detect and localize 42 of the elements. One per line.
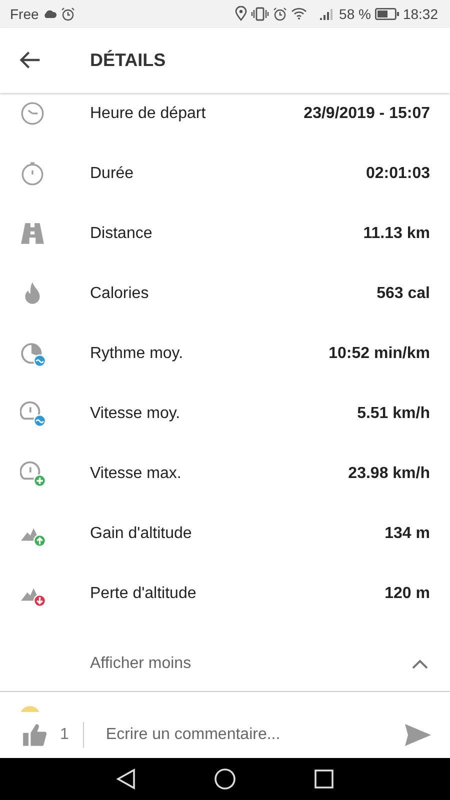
stat-value: 5.51 km/h	[357, 405, 430, 424]
stat-label: Gain d'altitude	[90, 525, 193, 544]
stat-label: Heure de départ	[90, 105, 207, 124]
thumbs-up-icon[interactable]	[22, 722, 48, 748]
stat-label: Rythme moy.	[90, 345, 184, 364]
back-nav-button[interactable]	[116, 768, 136, 790]
clock-icon	[20, 101, 46, 128]
like-count: 1	[60, 726, 69, 744]
stat-value: 23.98 km/h	[348, 465, 430, 484]
stat-label: Durée	[90, 165, 135, 184]
battery-icon	[374, 8, 399, 20]
speedometer-icon	[20, 461, 46, 488]
stat-value: 23/9/2019 - 15:07	[304, 105, 430, 124]
alarm-icon	[60, 6, 75, 21]
stat-value: 120 m	[384, 585, 430, 604]
page-title: DÉTAILS	[90, 50, 166, 71]
location-icon	[235, 6, 248, 22]
stat-label: Vitesse moy.	[90, 405, 182, 424]
stat-label: Vitesse max.	[90, 465, 182, 484]
stat-label: Calories	[90, 285, 150, 304]
stat-value: 11.13 km	[363, 225, 430, 244]
vibrate-icon	[251, 6, 270, 21]
battery-percent: 58 %	[339, 6, 371, 22]
pace-icon	[20, 341, 46, 368]
stat-value: 02:01:03	[366, 165, 430, 184]
stat-value: 10:52 min/km	[328, 345, 430, 364]
wifi-icon	[291, 7, 308, 20]
stat-label: Distance	[90, 225, 154, 244]
signal-icon	[319, 7, 336, 20]
clock-time: 18:32	[402, 6, 438, 22]
stat-value: 563 cal	[376, 285, 430, 304]
home-nav-button[interactable]	[214, 768, 236, 790]
stat-label: Perte d'altitude	[90, 585, 198, 604]
send-button[interactable]	[404, 722, 432, 747]
cloud-icon	[42, 8, 57, 19]
stat-value: 134 m	[384, 525, 430, 544]
stopwatch-icon	[20, 161, 46, 188]
recents-nav-button[interactable]	[314, 769, 334, 790]
carrier-name: Free	[10, 6, 39, 22]
speedometer-icon	[20, 401, 46, 428]
alarm-icon	[273, 6, 288, 21]
chevron-icon	[410, 658, 430, 670]
